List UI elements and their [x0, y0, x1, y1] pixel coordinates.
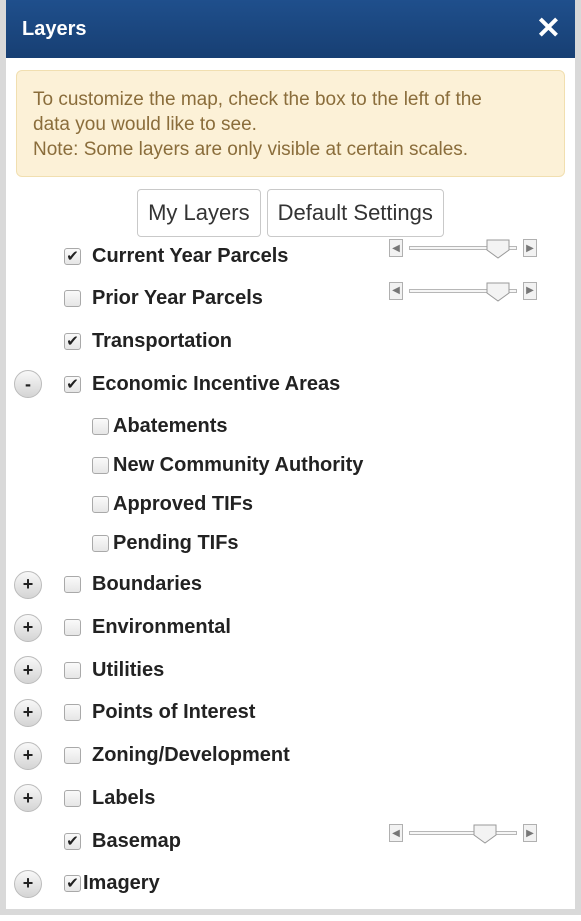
layer-label: Abatements: [113, 415, 228, 438]
opacity-slider-current-year-parcels[interactable]: ◀ ▶: [389, 237, 537, 259]
layer-checkbox-new-community-authority[interactable]: [92, 457, 109, 475]
layer-checkbox-economic-incentive-areas[interactable]: ✔: [64, 375, 81, 393]
notice-line-2: data you would like to see.: [33, 114, 257, 135]
layer-checkbox-zoning-development[interactable]: [64, 747, 81, 765]
expand-toggle-labels[interactable]: +: [14, 784, 42, 813]
layer-row-environmental: Environmental: [64, 613, 231, 643]
layer-row-pending-tifs: Pending TIFs: [92, 529, 239, 559]
layer-checkbox-utilities[interactable]: [64, 661, 81, 679]
layer-row-abatements: Abatements: [92, 412, 227, 442]
layer-list: ✔ Current Year Parcels ◀ ▶ Prior Year Parcel…: [6, 239, 575, 921]
layer-label: Current Year Parcels: [92, 244, 289, 267]
layer-row-prior-year-parcels: Prior Year Parcels: [64, 284, 263, 314]
layer-checkbox-labels[interactable]: [64, 789, 81, 807]
slider-right-arrow-icon[interactable]: ▶: [523, 239, 537, 257]
layer-label: New Community Authority: [113, 454, 364, 477]
expand-toggle-boundaries[interactable]: +: [14, 570, 42, 599]
layer-row-imagery: ✔ Imagery: [64, 869, 160, 899]
slider-thumb[interactable]: [473, 824, 497, 844]
layer-checkbox-transportation[interactable]: ✔: [64, 332, 81, 350]
layer-checkbox-pending-tifs[interactable]: [92, 535, 109, 553]
button-row: My Layers Default Settings: [6, 189, 575, 237]
layer-label: Points of Interest: [92, 701, 256, 724]
layer-row-new-community-authority: New Community Authority: [92, 451, 363, 481]
layer-label: Approved TIFs: [113, 493, 254, 516]
my-layers-button[interactable]: My Layers: [137, 189, 261, 237]
expand-toggle-economic-incentive-areas[interactable]: -: [14, 370, 42, 399]
check-icon: ✔: [66, 332, 79, 350]
notice-line-3: Note: Some layers are only visible at ce…: [33, 139, 469, 160]
slider-right-arrow-icon[interactable]: ▶: [523, 824, 537, 842]
layer-row-economic-incentive-areas: ✔ Economic Incentive Areas: [64, 369, 340, 399]
layer-label: Economic Incentive Areas: [92, 372, 341, 395]
close-icon[interactable]: ✕: [536, 14, 561, 44]
layer-checkbox-current-year-parcels[interactable]: ✔: [64, 247, 81, 265]
default-settings-button[interactable]: Default Settings: [266, 189, 444, 237]
slider-thumb[interactable]: [486, 239, 510, 259]
check-icon: ✔: [66, 832, 79, 850]
layer-checkbox-abatements[interactable]: [92, 418, 109, 436]
layer-checkbox-environmental[interactable]: [64, 619, 81, 636]
slider-left-arrow-icon[interactable]: ◀: [389, 239, 403, 257]
layer-row-approved-tifs: Approved TIFs: [92, 490, 253, 520]
layer-label: Labels: [92, 786, 156, 809]
layer-label: Utilities: [92, 658, 165, 681]
check-icon: ✔: [66, 247, 79, 265]
slider-thumb[interactable]: [486, 282, 510, 302]
layer-row-transportation: ✔ Transportation: [64, 326, 232, 356]
layer-label: Environmental: [92, 616, 231, 638]
expand-toggle-utilities[interactable]: +: [14, 656, 42, 685]
layer-row-utilities: Utilities: [64, 655, 164, 685]
slider-left-arrow-icon[interactable]: ◀: [389, 281, 403, 300]
layer-checkbox-basemap[interactable]: ✔: [64, 832, 81, 850]
notice-line-1: To customize the map, check the box to t…: [33, 89, 482, 110]
layer-row-current-year-parcels: ✔ Current Year Parcels: [64, 241, 288, 271]
layer-row-basemap: ✔ Basemap: [64, 826, 181, 856]
layer-label: Pending TIFs: [113, 532, 239, 555]
check-icon: ✔: [66, 375, 79, 393]
check-icon: ✔: [66, 875, 79, 893]
layer-checkbox-imagery[interactable]: ✔: [64, 875, 81, 893]
slider-left-arrow-icon[interactable]: ◀: [389, 824, 403, 842]
layer-label: Zoning/Development: [92, 744, 290, 767]
opacity-slider-prior-year-parcels[interactable]: ◀ ▶: [389, 280, 537, 302]
expand-toggle-points-of-interest[interactable]: +: [14, 698, 42, 727]
layer-label: Basemap: [92, 829, 181, 852]
expand-toggle-imagery[interactable]: +: [14, 869, 42, 898]
layer-label: Boundaries: [92, 573, 203, 596]
expand-toggle-environmental[interactable]: +: [14, 613, 42, 642]
slider-right-arrow-icon[interactable]: ▶: [523, 281, 537, 300]
panel-title: Layers: [22, 17, 87, 40]
layer-checkbox-approved-tifs[interactable]: [92, 496, 109, 514]
help-notice: To customize the map, check the box to t…: [16, 70, 565, 177]
layer-row-labels: Labels: [64, 783, 155, 813]
layer-row-points-of-interest: Points of Interest: [64, 698, 255, 728]
layer-label: Prior Year Parcels: [92, 287, 263, 310]
panel-header: Layers ✕: [6, 0, 575, 58]
opacity-slider-basemap[interactable]: ◀ ▶: [389, 822, 537, 844]
layer-label: Imagery: [83, 872, 160, 895]
expand-toggle-zoning-development[interactable]: +: [14, 741, 42, 770]
layer-checkbox-points-of-interest[interactable]: [64, 704, 81, 722]
slider-track[interactable]: [409, 831, 517, 835]
layers-panel: Layers ✕ To customize the map, check the…: [0, 0, 581, 915]
layer-checkbox-prior-year-parcels[interactable]: [64, 290, 81, 308]
layer-label: Transportation: [92, 329, 233, 352]
layer-checkbox-boundaries[interactable]: [64, 576, 81, 594]
layer-row-zoning-development: Zoning/Development: [64, 741, 290, 771]
layer-row-boundaries: Boundaries: [64, 570, 202, 600]
